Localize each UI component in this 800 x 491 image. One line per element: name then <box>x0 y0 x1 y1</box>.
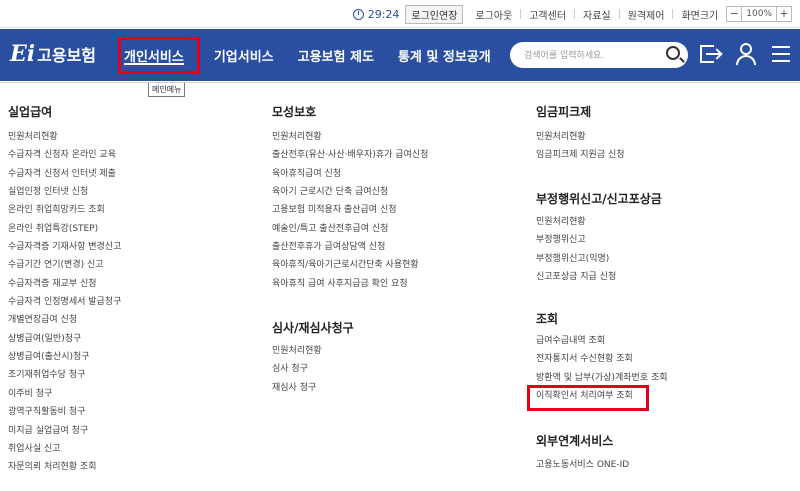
mega-menu: 실업급여 민원처리현황 수급자격 신청자 온라인 교육 수급자격 신청서 인터넷… <box>0 82 800 491</box>
section-title-inquiry[interactable]: 조회 <box>536 310 558 327</box>
gnb-business-service[interactable]: 기업서비스 <box>214 46 274 65</box>
logo-name: 고용보험 <box>37 46 97 65</box>
menu-link[interactable]: 육아기 근로시간 단축 급여신청 <box>272 183 428 201</box>
session-timer-value: 29:24 <box>367 7 400 21</box>
menu-link[interactable]: 심사 청구 <box>272 360 322 378</box>
section-title-fraud-report[interactable]: 부정행위신고/신고포상금 <box>536 190 662 207</box>
gnb-statistics[interactable]: 통계 및 정보공개 <box>398 46 491 65</box>
customer-center-link[interactable]: 고객센터 <box>529 7 566 22</box>
logo-mark: Ei <box>10 41 36 67</box>
menu-link[interactable]: 수급자격 인정명세서 발급청구 <box>8 293 121 311</box>
gnb-insurance-system[interactable]: 고용보험 제도 <box>298 46 374 65</box>
menu-link[interactable]: 상병급여(출산시)청구 <box>8 348 121 366</box>
menu-link[interactable]: 민원처리현황 <box>272 342 322 360</box>
screen-size-label: 화면크기 <box>681 10 719 22</box>
zoom-value: 100% <box>742 6 776 22</box>
divider <box>520 9 522 19</box>
hamburger-menu-icon[interactable] <box>770 42 794 66</box>
section-title-external[interactable]: 외부연계서비스 <box>536 432 613 449</box>
menu-link[interactable]: 미지급 실업급여 청구 <box>8 422 121 440</box>
section-list-wage-peak: 민원처리현황 임금피크제 지원금 신청 <box>536 128 625 165</box>
menu-link[interactable]: 민원처리현황 <box>536 213 616 231</box>
menu-link[interactable]: 수급기간 연기(변경) 신고 <box>8 256 121 274</box>
menu-link[interactable]: 수급자격 신청서 인터넷 제출 <box>8 165 121 183</box>
menu-link[interactable]: 이주비 청구 <box>8 385 121 403</box>
menu-link[interactable]: 개별연장급여 신청 <box>8 311 121 329</box>
section-list-appeal: 민원처리현황 심사 청구 재심사 청구 <box>272 342 322 397</box>
menu-link[interactable]: 실업인정 인터넷 신청 <box>8 183 121 201</box>
menu-link[interactable]: 고용보험 미적용자 출산급여 신청 <box>272 201 428 219</box>
menu-link[interactable]: 육아휴직/육아기근로시간단축 사용현황 <box>272 256 428 274</box>
logout-icon[interactable] <box>698 42 722 66</box>
menu-link[interactable]: 수급자격 신청자 온라인 교육 <box>8 146 121 164</box>
menu-link[interactable]: 온라인 취업특강(STEP) <box>8 220 121 238</box>
menu-link[interactable]: 부정행위신고 <box>536 231 616 249</box>
user-icon[interactable] <box>734 42 758 66</box>
menu-link[interactable]: 온라인 취업희망카드 조회 <box>8 201 121 219</box>
section-title-appeal[interactable]: 심사/재심사청구 <box>272 319 354 336</box>
highlight-box <box>118 37 200 74</box>
session-timer: 29:24 <box>352 7 400 21</box>
menu-link[interactable]: 수급자격증 기재사항 변경신고 <box>8 238 121 256</box>
highlight-box <box>527 385 649 411</box>
menu-link[interactable]: 민원처리현황 <box>8 128 121 146</box>
menu-link[interactable]: 고용노동서비스 ONE-ID <box>536 456 629 474</box>
zoom-out-button[interactable]: − <box>726 6 743 22</box>
resources-link[interactable]: 자료실 <box>583 7 611 22</box>
search-placeholder: 검색어를 입력하세요. <box>524 51 605 61</box>
menu-link[interactable]: 육아휴직급여 신청 <box>272 165 428 183</box>
menu-link[interactable]: 민원처리현황 <box>272 128 428 146</box>
menu-link[interactable]: 광역구직활동비 청구 <box>8 403 121 421</box>
menu-link[interactable]: 신고포상금 지급 신청 <box>536 268 616 286</box>
section-list-maternity: 민원처리현황 출산전후(유산·사산·배우자)휴가 급여신청 육아휴직급여 신청 … <box>272 128 428 293</box>
logout-link[interactable]: 로그아웃 <box>475 7 512 22</box>
divider <box>618 9 620 19</box>
menu-link[interactable]: 예술인/특고 출산전후급여 신청 <box>272 220 428 238</box>
menu-link[interactable]: 상병급여(일반)청구 <box>8 330 121 348</box>
divider <box>574 9 576 19</box>
menu-link[interactable]: 전자통지서 수신현황 조회 <box>536 350 668 368</box>
menu-link[interactable]: 임금피크제 지원금 신청 <box>536 146 625 164</box>
menu-link[interactable]: 민원처리현황 <box>536 128 625 146</box>
section-title-unemployment[interactable]: 실업급여 <box>8 103 52 120</box>
section-title-maternity[interactable]: 모성보호 <box>272 103 316 120</box>
menu-link[interactable]: 출산전후(유산·사산·배우자)휴가 급여신청 <box>272 146 428 164</box>
menu-link[interactable]: 자문의뢰 처리현황 조회 <box>8 458 121 476</box>
zoom-in-button[interactable]: + <box>776 6 792 22</box>
menu-link[interactable]: 급여수급내역 조회 <box>536 332 668 350</box>
menu-link[interactable]: 조기재취업수당 청구 <box>8 366 121 384</box>
search-box[interactable]: 검색어를 입력하세요. <box>510 42 688 68</box>
remote-control-link[interactable]: 원격제어 <box>628 7 665 22</box>
extend-login-button[interactable]: 로그인연장 <box>405 4 464 24</box>
menu-link[interactable]: 출산전후휴가 급여상담액 신청 <box>272 238 428 256</box>
section-title-wage-peak[interactable]: 임금피크제 <box>536 103 591 120</box>
zoom-control: − 100% + <box>726 6 792 22</box>
menu-link[interactable]: 재심사 청구 <box>272 379 322 397</box>
utility-bar: 29:24 로그인연장 로그아웃 고객센터 자료실 원격제어 화면크기 − 10… <box>0 0 800 28</box>
menu-link[interactable]: 부정행위신고(익명) <box>536 250 616 268</box>
site-logo[interactable]: Ei 고용보험 <box>10 41 96 67</box>
section-list-fraud-report: 민원처리현황 부정행위신고 부정행위신고(익명) 신고포상금 지급 신청 <box>536 213 616 286</box>
search-icon[interactable] <box>666 46 680 60</box>
divider <box>672 9 674 19</box>
section-list-external: 고용노동서비스 ONE-ID <box>536 456 629 474</box>
menu-link[interactable]: 취업사실 신고 <box>8 440 121 458</box>
clock-icon <box>352 8 364 20</box>
menu-link[interactable]: 수급자격증 재교부 신청 <box>8 275 121 293</box>
menu-link[interactable]: 육아휴직 급여 사후지급금 확인 요청 <box>272 275 428 293</box>
section-list-unemployment: 민원처리현황 수급자격 신청자 온라인 교육 수급자격 신청서 인터넷 제출 실… <box>8 128 121 477</box>
